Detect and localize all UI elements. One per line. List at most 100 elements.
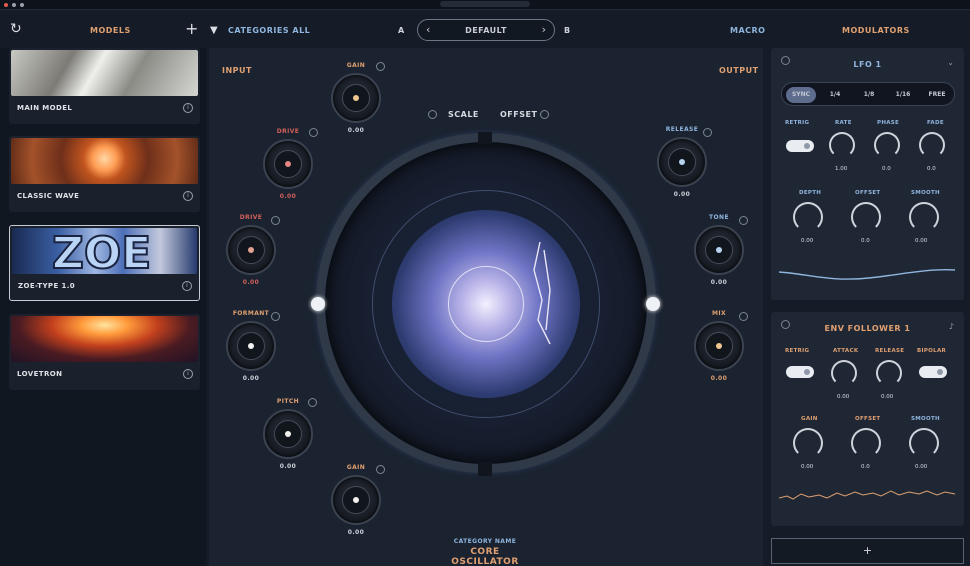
depth-value: 0.00 [801,238,814,244]
maximize-window-icon[interactable] [20,3,24,7]
lfo-waveform-display [779,268,956,280]
knob-release[interactable]: RELEASE 0.00 [652,126,712,198]
range-handle-left[interactable] [311,297,325,311]
knob-gain-in[interactable]: GAIN 0.00 [326,62,386,134]
phase-knob[interactable] [874,132,900,158]
retrig-toggle[interactable] [786,366,814,378]
add-model-button[interactable]: + [185,21,198,37]
smooth-knob[interactable] [909,202,939,232]
retrig-toggle[interactable] [786,140,814,152]
footer-category: CATEGORY NAME [453,538,517,545]
close-window-icon[interactable] [4,3,8,7]
offset-knob[interactable] [851,202,881,232]
knob-dial[interactable] [331,475,381,525]
knob-toggle[interactable] [739,312,748,321]
info-icon[interactable]: i [183,191,193,201]
knob-dial[interactable] [226,225,276,275]
knob-gain-out[interactable]: GAIN 0.00 [326,464,386,536]
knob-value: 0.00 [242,375,260,382]
category-filter[interactable]: CATEGORIES ALL [228,26,310,35]
env-follower-panel: ENV FOLLOWER 1 ♪ RETRIG ATTACK RELEASE B… [771,312,964,526]
knob-tone[interactable]: TONE 0.00 [689,214,749,286]
knob-toggle[interactable] [309,128,318,137]
knob-toggle[interactable] [271,216,280,225]
smooth-knob[interactable] [909,428,939,458]
top-bar: ↻ MODELS + ▼ CATEGORIES ALL A ‹ DEFAULT … [0,10,970,48]
smooth-label: SMOOTH [911,416,940,422]
next-preset-icon[interactable]: › [542,23,546,36]
offset-knob[interactable] [851,428,881,458]
knob-value: 0.00 [347,529,365,536]
info-icon[interactable]: i [183,369,193,379]
add-modulator-button[interactable]: + [771,538,964,564]
models-header: MODELS [90,26,131,35]
knob-toggle[interactable] [308,398,317,407]
window-title [440,1,530,7]
knob-toggle[interactable] [376,62,385,71]
lfo-rate-tabs: SYNC 1/4 1/8 1/16 FREE [781,82,955,106]
knob-toggle[interactable] [703,128,712,137]
knob-mix[interactable]: MIX 0.00 [689,310,749,382]
knob-dial[interactable] [694,321,744,371]
knob-dial[interactable] [331,73,381,123]
env-title: ENV FOLLOWER 1 [824,324,911,333]
gain-knob[interactable] [793,428,823,458]
macro-label[interactable]: MACRO [730,26,765,35]
knob-drive-2[interactable]: DRIVE 0.00 [221,214,281,286]
svg-text:ZOE: ZOE [52,228,151,274]
knob-dial[interactable] [263,139,313,189]
knob-dial[interactable] [226,321,276,371]
preset-selector[interactable]: ‹ DEFAULT › [417,19,555,41]
knob-formant[interactable]: FORMANT 0.00 [221,310,281,382]
attack-value: 0.00 [837,394,850,400]
gain-label: GAIN [801,416,818,422]
lfo-panel: LFO 1 ⌄ SYNC 1/4 1/8 1/16 FREE RETRIG RA… [771,48,964,300]
model-card[interactable]: CLASSIC WAVE i [9,136,200,212]
model-thumbnail: ZOE [12,228,197,274]
retrig-label: RETRIG [785,348,810,354]
knob-pitch[interactable]: PITCH 0.00 [258,398,318,470]
model-card[interactable]: LOVETRON i [9,314,200,390]
offset-toggle[interactable] [540,110,549,119]
model-name: LOVETRON [17,370,63,378]
bipolar-toggle[interactable] [919,366,947,378]
model-card[interactable]: MAIN MODEL i [9,48,200,124]
knob-value: 0.00 [710,279,728,286]
refresh-icon[interactable]: ↻ [10,22,22,36]
tab-eighth[interactable]: 1/8 [854,87,884,103]
fade-knob[interactable] [919,132,945,158]
knob-dial[interactable] [263,409,313,459]
release-label: RELEASE [875,348,905,354]
knob-toggle[interactable] [376,465,385,474]
offset-value: 0.0 [861,464,870,470]
knob-toggle[interactable] [271,312,280,321]
compare-b-button[interactable]: B [564,26,571,35]
knob-dial[interactable] [694,225,744,275]
info-icon[interactable]: i [183,103,193,113]
range-handle-right[interactable] [646,297,660,311]
scale-toggle[interactable] [428,110,437,119]
rate-knob[interactable] [829,132,855,158]
shield-icon[interactable]: ▼ [210,24,218,38]
tab-sync[interactable]: SYNC [786,87,816,103]
knob-dial[interactable] [657,137,707,187]
models-sidebar: MAIN MODEL i CLASSIC WAVE i ZOE ZOE-TYPE… [0,48,206,566]
minimize-window-icon[interactable] [12,3,16,7]
offset-label: OFFSET [500,110,538,119]
compare-a-button[interactable]: A [398,26,405,35]
rate-value: 1.00 [835,166,848,172]
tab-free[interactable]: FREE [922,87,952,103]
menu-icon[interactable]: ⌄ [947,58,954,67]
release-knob[interactable] [876,360,902,386]
modulators-header: MODULATORS [842,26,910,35]
tab-quarter[interactable]: 1/4 [820,87,850,103]
attack-knob[interactable] [831,360,857,386]
music-note-icon[interactable]: ♪ [949,322,954,331]
knob-toggle[interactable] [739,216,748,225]
tab-sixteenth[interactable]: 1/16 [888,87,918,103]
info-icon[interactable]: i [182,281,192,291]
depth-knob[interactable] [793,202,823,232]
model-card-selected[interactable]: ZOE ZOE-TYPE 1.0 i [9,225,200,301]
knob-drive-1[interactable]: DRIVE 0.00 [258,128,318,200]
attack-label: ATTACK [833,348,859,354]
